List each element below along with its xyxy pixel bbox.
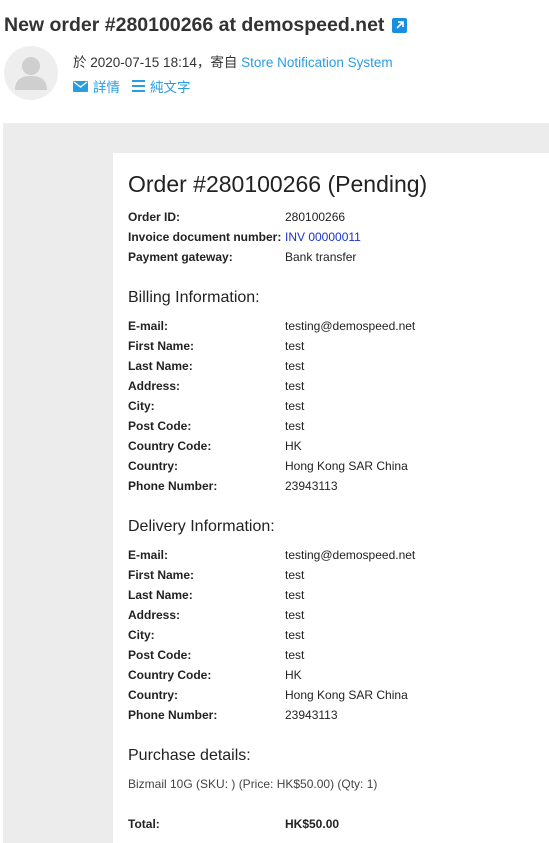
total-label: Total:	[128, 817, 160, 831]
delivery-address-label: Address:	[128, 608, 181, 622]
payment-gateway-value: Bank transfer	[285, 250, 357, 264]
delivery-phone-label: Phone Number:	[128, 708, 218, 722]
list-lines-icon	[132, 80, 145, 92]
billing-city-value: test	[285, 399, 305, 413]
billing-email-value: testing@demospeed.net	[285, 319, 416, 333]
delivery-email-label: E-mail:	[128, 548, 169, 562]
purchase-line-item: Bizmail 10G (SKU: ) (Price: HK$50.00) (Q…	[128, 777, 378, 791]
external-link-icon[interactable]	[392, 18, 408, 33]
billing-country-code-label: Country Code:	[128, 439, 212, 453]
view-mode-links: 詳情 純文字	[73, 76, 203, 96]
delivery-last-name-label: Last Name:	[128, 588, 193, 602]
billing-country-label: Country:	[128, 459, 178, 473]
invoice-number-label: Invoice document number:	[128, 230, 282, 244]
order-id-value: 280100266	[285, 210, 346, 224]
invoice-number-link[interactable]: INV 00000011	[285, 230, 361, 244]
billing-address-value: test	[285, 379, 305, 393]
sender-link[interactable]: Store Notification System	[241, 55, 393, 70]
delivery-post-code-value: test	[285, 648, 305, 662]
order-title: Order #280100266 (Pending)	[128, 171, 428, 197]
billing-post-code-label: Post Code:	[128, 419, 192, 433]
view-plain-link[interactable]: 純文字	[132, 76, 191, 96]
billing-country-code-value: HK	[285, 439, 302, 453]
delivery-address-value: test	[285, 608, 305, 622]
billing-first-name-label: First Name:	[128, 339, 195, 353]
email-date-prefix: 於 2020-07-15 18:14，寄自	[73, 55, 242, 70]
billing-phone-value: 23943113	[285, 479, 338, 493]
billing-last-name-label: Last Name:	[128, 359, 193, 373]
email-meta: 於 2020-07-15 18:14，寄自 Store Notification…	[73, 51, 393, 71]
delivery-city-value: test	[285, 628, 305, 642]
billing-email-label: E-mail:	[128, 319, 169, 333]
delivery-city-label: City:	[128, 628, 155, 642]
view-detail-link[interactable]: 詳情	[73, 76, 120, 96]
delivery-title: Delivery Information:	[128, 518, 275, 535]
order-id-label: Order ID:	[128, 210, 181, 224]
billing-phone-label: Phone Number:	[128, 479, 218, 493]
billing-country-value: Hong Kong SAR China	[285, 459, 408, 473]
delivery-country-label: Country:	[128, 688, 178, 702]
delivery-country-value: Hong Kong SAR China	[285, 688, 408, 702]
view-detail-label: 詳情	[93, 80, 120, 95]
purchase-title: Purchase details:	[128, 747, 251, 764]
delivery-first-name-label: First Name:	[128, 568, 195, 582]
delivery-post-code-label: Post Code:	[128, 648, 192, 662]
billing-post-code-value: test	[285, 419, 305, 433]
billing-last-name-value: test	[285, 359, 305, 373]
email-subject-text: New order #280100266 at demospeed.net	[4, 14, 385, 36]
sender-avatar	[4, 46, 58, 100]
email-subject: New order #280100266 at demospeed.net	[4, 14, 408, 37]
billing-first-name-value: test	[285, 339, 305, 353]
user-avatar-icon	[15, 57, 47, 90]
payment-gateway-label: Payment gateway:	[128, 250, 233, 264]
billing-title: Billing Information:	[128, 289, 260, 306]
billing-address-label: Address:	[128, 379, 181, 393]
delivery-country-code-value: HK	[285, 668, 302, 682]
delivery-first-name-value: test	[285, 568, 305, 582]
total-value: HK$50.00	[285, 817, 340, 831]
envelope-icon	[73, 80, 88, 92]
delivery-email-value: testing@demospeed.net	[285, 548, 416, 562]
billing-city-label: City:	[128, 399, 155, 413]
delivery-last-name-value: test	[285, 588, 305, 602]
delivery-country-code-label: Country Code:	[128, 668, 212, 682]
view-plain-label: 純文字	[150, 80, 191, 95]
delivery-phone-value: 23943113	[285, 708, 338, 722]
